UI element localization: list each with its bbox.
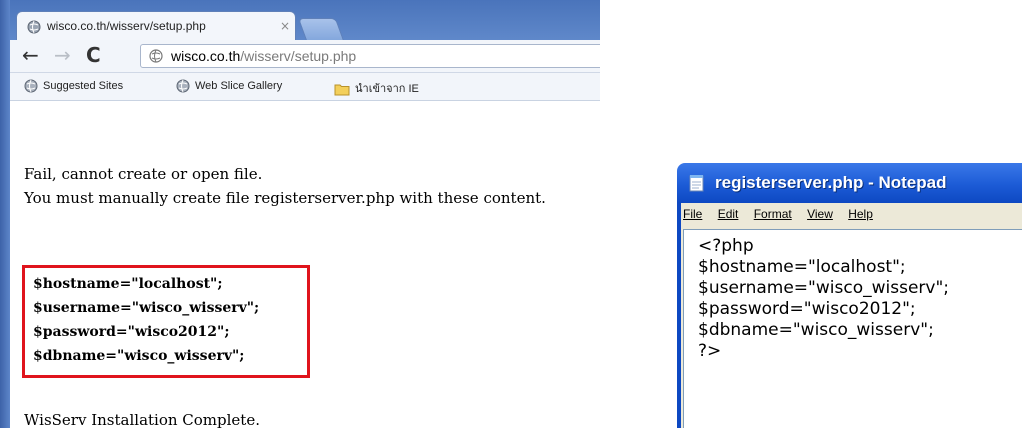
browser-left-frame [0,0,10,428]
text-line: <?php [698,236,754,256]
url-path: /wisserv/setup.php [240,48,357,64]
code-line: $password="wisco2012"; [33,324,230,340]
config-code-highlight: $hostname="localhost"; $username="wisco_… [22,265,310,378]
bookmark-label: Suggested Sites [43,79,124,92]
globe-icon [27,20,41,34]
globe-icon [176,79,190,93]
bookmark-label: นำเข้าจาก IE [355,83,419,95]
text-line: $hostname="localhost"; [698,257,906,277]
menu-format[interactable]: Format [754,207,792,221]
forward-icon[interactable]: → [54,45,71,65]
bookmark-suggested-sites[interactable]: Suggested Sites [24,79,123,93]
url-host: wisco.co.th [171,48,241,64]
completion-message: WisServ Installation Complete. [24,411,260,428]
notepad-title: registerserver.php - Notepad [715,173,947,192]
tab-setup[interactable]: wisco.co.th/wisserv/setup.php × [16,11,296,41]
code-line: $hostname="localhost"; [33,276,223,292]
menu-edit[interactable]: Edit [718,207,739,221]
globe-icon [24,79,38,93]
notepad-icon [689,175,704,192]
notepad-text-area[interactable]: <?php $hostname="localhost"; $username="… [683,229,1022,428]
browser-window: wisco.co.th/wisserv/setup.php × ← → C wi… [0,0,600,428]
text-line: $username="wisco_wisserv"; [698,278,949,298]
page-content: Fail, cannot create or open file. You mu… [10,101,600,428]
error-message: Fail, cannot create or open file. [24,165,263,183]
code-line: $username="wisco_wisserv"; [33,300,260,316]
menu-view[interactable]: View [807,207,833,221]
menu-help[interactable]: Help [848,207,873,221]
text-line: ?> [698,341,722,361]
back-icon[interactable]: ← [22,45,39,65]
notepad-titlebar[interactable]: registerserver.php - Notepad [677,163,1022,203]
notepad-window: registerserver.php - Notepad File Edit F… [677,163,1022,428]
instruction-message: You must manually create file registerse… [24,189,546,207]
text-line: $password="wisco2012"; [698,299,916,319]
text-line: $dbname="wisco_wisserv"; [698,320,934,340]
new-tab-button[interactable] [297,18,345,41]
reload-icon[interactable]: C [86,45,101,65]
bookmark-web-slice-gallery[interactable]: Web Slice Gallery [176,79,282,93]
code-line: $dbname="wisco_wisserv"; [33,348,245,364]
address-bar[interactable]: wisco.co.th/wisserv/setup.php [140,44,600,68]
page-globe-icon [149,49,163,63]
folder-icon [334,84,350,96]
notepad-menubar: File Edit Format View Help [683,207,885,227]
tab-title: wisco.co.th/wisserv/setup.php [47,19,206,33]
browser-toolbar: ← → C wisco.co.th/wisserv/setup.php [10,40,600,73]
close-tab-icon[interactable]: × [280,19,290,33]
bookmark-import-ie[interactable]: นำเข้าจาก IE [334,79,419,97]
url-text: wisco.co.th/wisserv/setup.php [171,48,356,64]
bookmark-label: Web Slice Gallery [195,79,283,92]
bookmarks-bar: Suggested Sites Web Slice Gallery นำเข้า… [10,73,600,101]
menu-file[interactable]: File [683,207,702,221]
